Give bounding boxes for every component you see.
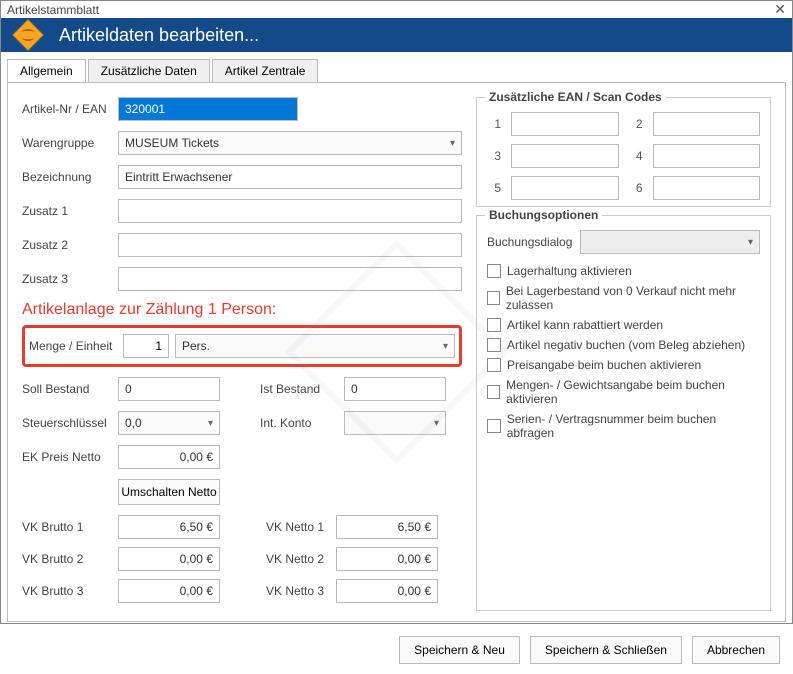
ist-input[interactable] — [344, 377, 446, 401]
warengruppe-label: Warengruppe — [22, 136, 118, 150]
left-column: Artikel-Nr / EAN Warengruppe MUSEUM Tick… — [22, 97, 462, 611]
chk-serien[interactable]: Serien- / Vertragsnummer beim buchen abf… — [487, 412, 760, 440]
vk-brutto3-label: VK Brutto 3 — [22, 584, 118, 598]
konto-label: Int. Konto — [260, 416, 344, 430]
close-icon[interactable]: ✕ — [774, 1, 786, 18]
menge-label: Menge / Einheit — [29, 339, 117, 353]
checkbox-icon — [487, 291, 500, 305]
vk-brutto3-input[interactable] — [118, 579, 220, 603]
vk-netto1-input[interactable] — [336, 515, 438, 539]
menge-input[interactable] — [123, 334, 169, 358]
tab-allgemein[interactable]: Allgemein — [7, 59, 86, 83]
konto-combo[interactable]: ▾ — [344, 411, 446, 435]
buchungsdialog-combo[interactable]: ▾ — [580, 230, 760, 254]
banner-title: Artikeldaten bearbeiten... — [59, 25, 259, 46]
ek-input[interactable] — [118, 445, 220, 469]
annotation-text: Artikelanlage zur Zählung 1 Person: — [22, 301, 462, 319]
chk-negativ[interactable]: Artikel negativ buchen (vom Beleg abzieh… — [487, 338, 760, 352]
ean-group: Zusätzliche EAN / Scan Codes 1 2 3 4 5 6 — [476, 97, 771, 207]
tab-panel: Artikel-Nr / EAN Warengruppe MUSEUM Tick… — [7, 82, 786, 622]
einheit-combo[interactable]: Pers. ▾ — [175, 334, 455, 358]
buchung-title: Buchungsoptionen — [485, 208, 602, 222]
checkbox-icon — [487, 419, 501, 433]
vk-netto3-input[interactable] — [336, 579, 438, 603]
chevron-down-icon: ▾ — [450, 138, 455, 149]
ean-2-input[interactable] — [653, 112, 761, 136]
zusatz1-label: Zusatz 1 — [22, 204, 118, 218]
checkbox-icon — [487, 264, 501, 278]
app-logo-icon — [11, 18, 45, 52]
vk-netto3-label: VK Netto 3 — [266, 584, 336, 598]
vk-netto2-label: VK Netto 2 — [266, 552, 336, 566]
vk-brutto1-input[interactable] — [118, 515, 220, 539]
ek-label: EK Preis Netto — [22, 450, 118, 464]
ean-1-input[interactable] — [511, 112, 619, 136]
steuer-label: Steuerschlüssel — [22, 416, 118, 430]
chevron-down-icon: ▾ — [434, 418, 439, 429]
titlebar: Artikelstammblatt ✕ — [1, 1, 792, 18]
artikel-nr-label: Artikel-Nr / EAN — [22, 102, 118, 116]
checkbox-icon — [487, 385, 500, 399]
vk-netto2-input[interactable] — [336, 547, 438, 571]
ean-3-input[interactable] — [511, 144, 619, 168]
tab-strip: Allgemein Zusätzliche Daten Artikel Zent… — [1, 52, 792, 82]
menge-einheit-highlight: Menge / Einheit Pers. ▾ — [22, 325, 462, 367]
cancel-button[interactable]: Abbrechen — [692, 636, 780, 664]
bezeichnung-input[interactable] — [118, 165, 462, 189]
chevron-down-icon: ▾ — [443, 341, 448, 352]
soll-label: Soll Bestand — [22, 382, 118, 396]
buchungsdialog-label: Buchungsdialog — [487, 235, 572, 249]
ean-6-input[interactable] — [653, 176, 761, 200]
chk-rabattiert[interactable]: Artikel kann rabattiert werden — [487, 318, 760, 332]
vk-brutto2-input[interactable] — [118, 547, 220, 571]
ist-label: Ist Bestand — [260, 382, 344, 396]
app-window: Artikelstammblatt ✕ Artikeldaten bearbei… — [0, 0, 793, 624]
chk-lagerbestand0[interactable]: Bei Lagerbestand von 0 Verkauf nicht meh… — [487, 284, 760, 312]
chk-mengen[interactable]: Mengen- / Gewichtsangabe beim buchen akt… — [487, 378, 760, 406]
ean-group-title: Zusätzliche EAN / Scan Codes — [485, 90, 666, 104]
banner: Artikeldaten bearbeiten... — [1, 18, 792, 52]
steuer-combo[interactable]: 0,0 ▾ — [118, 411, 220, 435]
checkbox-icon — [487, 338, 501, 352]
warengruppe-combo[interactable]: MUSEUM Tickets ▾ — [118, 131, 462, 155]
vk-netto1-label: VK Netto 1 — [266, 520, 336, 534]
zusatz3-label: Zusatz 3 — [22, 272, 118, 286]
chk-preisangabe[interactable]: Preisangabe beim buchen aktivieren — [487, 358, 760, 372]
right-column: Zusätzliche EAN / Scan Codes 1 2 3 4 5 6 — [476, 97, 771, 611]
checkbox-icon — [487, 358, 501, 372]
tab-zentrale[interactable]: Artikel Zentrale — [212, 59, 319, 83]
button-bar: Speichern & Neu Speichern & Schließen Ab… — [1, 628, 792, 674]
zusatz1-input[interactable] — [118, 199, 462, 223]
save-new-button[interactable]: Speichern & Neu — [399, 636, 520, 664]
ean-5-input[interactable] — [511, 176, 619, 200]
chevron-down-icon: ▾ — [748, 237, 753, 248]
artikel-nr-input[interactable] — [118, 97, 298, 121]
bezeichnung-label: Bezeichnung — [22, 170, 118, 184]
chk-lagerhaltung[interactable]: Lagerhaltung aktivieren — [487, 264, 760, 278]
checkbox-icon — [487, 318, 501, 332]
zusatz2-input[interactable] — [118, 233, 462, 257]
umschalten-button[interactable]: Umschalten Netto — [118, 479, 220, 505]
tab-zusaetzliche[interactable]: Zusätzliche Daten — [88, 59, 210, 83]
window-title: Artikelstammblatt — [7, 3, 774, 17]
zusatz3-input[interactable] — [118, 267, 462, 291]
vk-brutto1-label: VK Brutto 1 — [22, 520, 118, 534]
chevron-down-icon: ▾ — [208, 418, 213, 429]
save-close-button[interactable]: Speichern & Schließen — [530, 636, 682, 664]
soll-input[interactable] — [118, 377, 220, 401]
zusatz2-label: Zusatz 2 — [22, 238, 118, 252]
vk-brutto2-label: VK Brutto 2 — [22, 552, 118, 566]
buchung-group: Buchungsoptionen Buchungsdialog ▾ Lagerh… — [476, 215, 771, 611]
ean-4-input[interactable] — [653, 144, 761, 168]
